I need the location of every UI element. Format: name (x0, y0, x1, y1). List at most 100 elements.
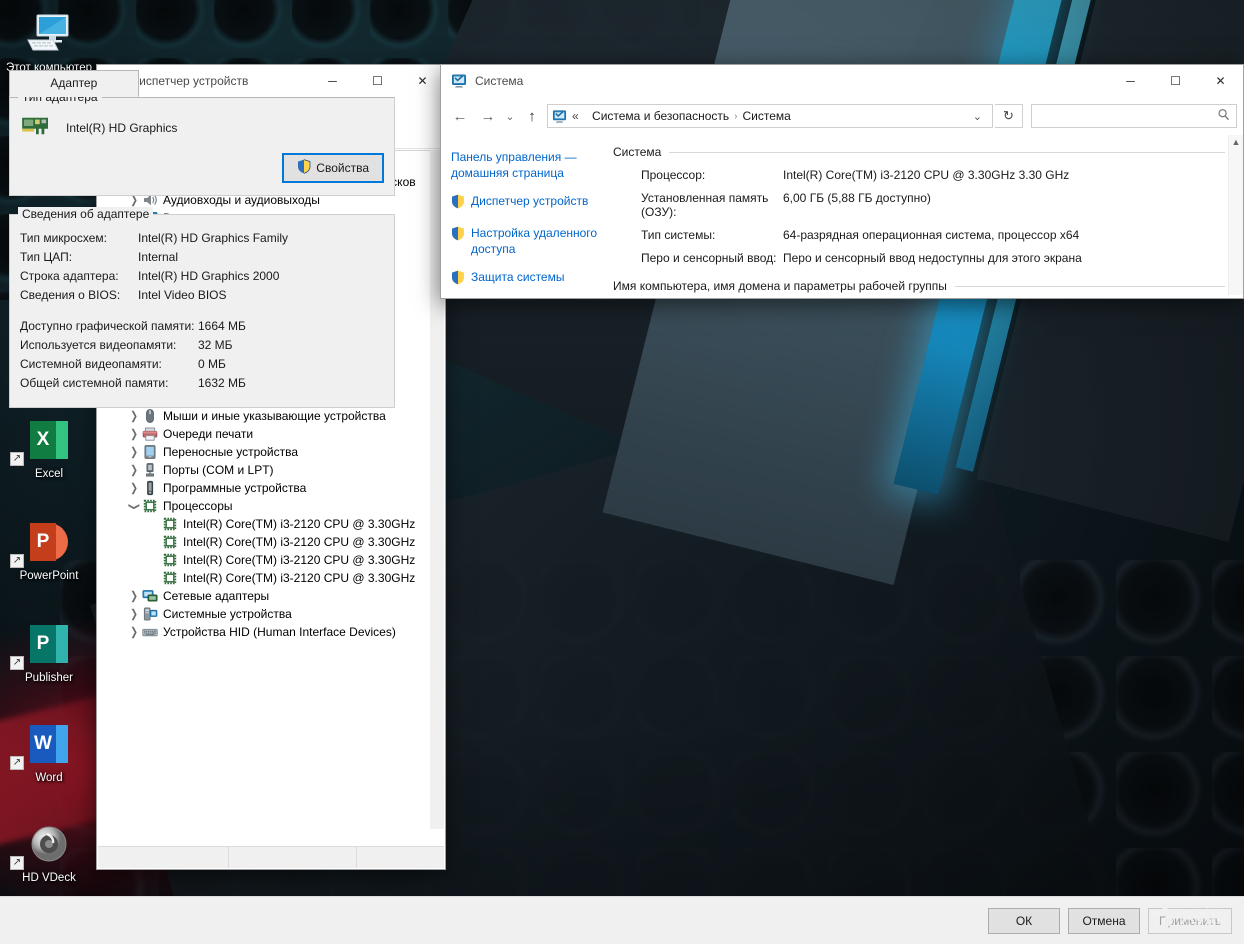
uac-shield-icon (451, 194, 465, 213)
adapter-info-group: Сведения об адаптере Тип микросхем: Intel… (9, 207, 395, 408)
maximize-button[interactable]: ☐ (1153, 65, 1198, 97)
chevron-right-icon[interactable]: ❯ (126, 463, 142, 477)
adapter-memory-row: Общей системной памяти: 1632 МБ (20, 376, 384, 390)
breadcrumb-dropdown-icon[interactable]: ⌄ (967, 110, 988, 123)
breadcrumb-item-system-security[interactable]: Система и безопасность (592, 109, 729, 123)
sidebar-link-0[interactable]: Панель управления — домашняя страница (451, 149, 603, 181)
device-tree-item-label: Мыши и иные указывающие устройства (163, 409, 386, 423)
refresh-icon[interactable]: ↻ (995, 104, 1023, 128)
system-window[interactable]: Система ─ ☐ ✕ ← → ⌄ ↑ « Система и безопа… (440, 64, 1244, 299)
address-bar[interactable]: « · Система и безопасность › Система ⌄ (547, 104, 993, 128)
system-info-row: Процессор: Intel(R) Core(TM) i3-2120 CPU … (613, 168, 1243, 182)
chevron-right-icon[interactable]: ❯ (126, 409, 142, 423)
system-device-icon (142, 606, 158, 622)
desktop-icon-hd-vdeck[interactable]: ↗ HD VDeck (4, 818, 94, 885)
adapter-type-row: Intel(R) HD Graphics (20, 114, 384, 141)
device-tree-item[interactable]: Intel(R) Core(TM) i3-2120 CPU @ 3.30GHz (98, 569, 444, 587)
portable-icon (142, 444, 158, 460)
graphics-card-icon (20, 114, 52, 141)
chevron-right-icon[interactable]: ❯ (126, 607, 142, 621)
desktop-icon-powerpoint[interactable]: P ↗ PowerPoint (4, 516, 94, 583)
device-tree-item[interactable]: ❯ Устройства HID (Human Interface Devices… (98, 623, 444, 641)
adapter-memory-row-key: Системной видеопамяти: (20, 357, 162, 371)
adapter-memory-row-value: 32 МБ (198, 338, 233, 352)
desktop-icon-this-pc[interactable]: Этот компьютер (4, 8, 94, 75)
breadcrumb-overflow[interactable]: « (572, 109, 579, 123)
network-icon (142, 588, 158, 604)
system-navigation-bar[interactable]: ← → ⌄ ↑ « · Система и безопасность › Сис… (441, 97, 1243, 135)
avito-watermark-label: Avito (1180, 906, 1228, 929)
processor-icon (162, 534, 178, 550)
device-tree-item-label: Intel(R) Core(TM) i3-2120 CPU @ 3.30GHz (183, 571, 416, 585)
device-tree-item[interactable]: ❯ Порты (COM и LPT) (98, 461, 444, 479)
chevron-right-icon[interactable]: ❯ (126, 625, 142, 639)
sidebar-link-2[interactable]: Настройка удаленного доступа (451, 225, 603, 257)
adapter-info-row-value: Intel(R) HD Graphics 2000 (138, 269, 280, 283)
shortcut-overlay-icon: ↗ (10, 656, 24, 670)
up-icon[interactable]: ↑ (519, 103, 545, 129)
adapter-type-value: Intel(R) HD Graphics (66, 120, 178, 135)
adapter-memory-rows: Доступно графической памяти: 1664 МБ Испол… (20, 319, 384, 390)
system-info-row: Установленная память (ОЗУ): 6,00 ГБ (5,88… (613, 191, 1243, 219)
desktop-icon-excel[interactable]: X ↗ Excel (4, 414, 94, 481)
device-manager-titlebar[interactable]: Диспетчер устройств ─ ☐ ✕ (97, 65, 445, 97)
sidebar-link-3[interactable]: Защита системы (451, 269, 603, 289)
search-icon[interactable] (1217, 108, 1230, 124)
statusbar-pane-2 (229, 847, 358, 868)
chevron-down-icon[interactable]: ❯ (127, 498, 141, 514)
adapter-info-row-key: Сведения о BIOS: (20, 288, 121, 302)
chevron-right-icon[interactable]: ❯ (126, 481, 142, 495)
desktop-icon-label: Word (35, 772, 63, 784)
sidebar-link-label: Диспетчер устройств (471, 194, 589, 208)
search-input[interactable] (1031, 104, 1237, 128)
adapter-memory-row-value: 1664 МБ (198, 319, 246, 333)
desktop-icon-label: HD VDeck (22, 872, 76, 884)
processor-icon (162, 516, 178, 532)
desktop-icon-publisher[interactable]: P ↗ Publisher (4, 618, 94, 685)
adapter-info-row: Строка адаптера: Intel(R) HD Graphics 200… (20, 269, 384, 283)
close-button[interactable]: ✕ (1198, 65, 1243, 97)
system-scrollbar[interactable]: ▲ (1228, 135, 1243, 295)
device-tree-item[interactable]: ❯ Переносные устройства (98, 443, 444, 461)
system-info-list: Процессор: Intel(R) Core(TM) i3-2120 CPU … (613, 168, 1243, 265)
system-titlebar[interactable]: Система ─ ☐ ✕ (441, 65, 1243, 97)
device-tree-item[interactable]: ❯ Очереди печати (98, 425, 444, 443)
minimize-button[interactable]: ─ (1108, 65, 1153, 97)
device-tree-item[interactable]: Intel(R) Core(TM) i3-2120 CPU @ 3.30GHz (98, 551, 444, 569)
excel-icon: X ↗ (4, 414, 94, 466)
maximize-button[interactable]: ☐ (355, 65, 400, 97)
chevron-right-icon[interactable]: ❯ (126, 427, 142, 441)
device-tree-item[interactable]: ❯ Мыши и иные указывающие устройства (98, 407, 444, 425)
breadcrumb-item-system[interactable]: Система (742, 109, 790, 123)
forward-icon[interactable]: → (475, 103, 501, 129)
computer-name-section-header: Имя компьютера, имя домена и параметры р… (613, 279, 1243, 293)
recent-locations-icon[interactable]: ⌄ (503, 103, 517, 129)
ok-button[interactable]: ОК (987, 907, 1060, 934)
cancel-button[interactable]: Отмена (1067, 907, 1140, 934)
adapter-properties-button[interactable]: Свойства (282, 153, 384, 183)
device-tree-item[interactable]: ❯ Системные устройства (98, 605, 444, 623)
dialog-tab-0[interactable]: Адаптер (9, 70, 139, 97)
close-button[interactable]: ✕ (400, 65, 445, 97)
avito-logo-icon (1151, 907, 1174, 929)
system-sidebar[interactable]: Панель управления — домашняя страница Дис… (441, 135, 613, 295)
device-tree-item-label: Сетевые адаптеры (163, 589, 270, 603)
chevron-right-icon[interactable]: ❯ (126, 445, 142, 459)
adapter-info-row: Тип микросхем: Intel(R) HD Graphics Famil… (20, 231, 384, 245)
section-rule (954, 285, 1225, 287)
device-tree-item[interactable]: Intel(R) Core(TM) i3-2120 CPU @ 3.30GHz (98, 533, 444, 551)
minimize-button[interactable]: ─ (310, 65, 355, 97)
desktop[interactable]: Этот компьютер Корзина (0, 0, 1244, 944)
device-tree-item[interactable]: ❯ Сетевые адаптеры (98, 587, 444, 605)
device-tree-item[interactable]: ❯ Процессоры (98, 497, 444, 515)
chevron-right-icon[interactable]: ❯ (126, 589, 142, 603)
device-tree-item[interactable]: ❯ Программные устройства (98, 479, 444, 497)
system-info-row: Тип системы: 64-разрядная операционная си… (613, 228, 1243, 242)
sidebar-link-1[interactable]: Диспетчер устройств (451, 193, 603, 213)
device-tree-item-label: Intel(R) Core(TM) i3-2120 CPU @ 3.30GHz (183, 553, 416, 567)
back-icon[interactable]: ← (447, 103, 473, 129)
device-tree-item[interactable]: Intel(R) Core(TM) i3-2120 CPU @ 3.30GHz (98, 515, 444, 533)
device-tree-item-label: Intel(R) Core(TM) i3-2120 CPU @ 3.30GHz (183, 517, 416, 531)
desktop-icon-word[interactable]: W ↗ Word (4, 718, 94, 785)
shortcut-overlay-icon: ↗ (10, 856, 24, 870)
